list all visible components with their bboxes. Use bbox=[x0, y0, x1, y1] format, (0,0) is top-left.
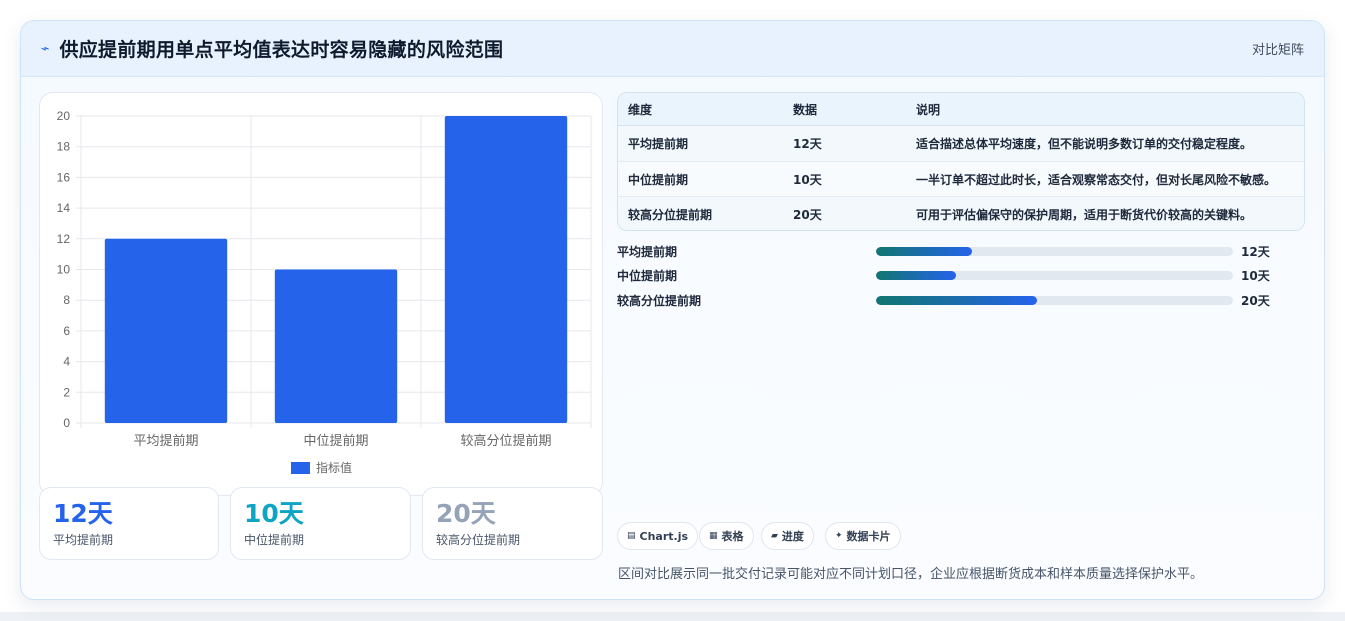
stat-label: 较高分位提前期 bbox=[436, 533, 521, 547]
y-tick-label: 10 bbox=[57, 263, 71, 277]
table-row: 中位提前期 10天 一半订单不超过此时长，适合观察常态交付，但对长尾风险不敏感。 bbox=[618, 161, 1304, 196]
table-header-cell: 数据 bbox=[793, 102, 818, 117]
legend-label: 指标值 bbox=[316, 460, 352, 475]
stat-value: 10天 bbox=[244, 499, 304, 528]
sparkle-icon: ✦ bbox=[835, 531, 843, 541]
compare-matrix-link[interactable]: 对比矩阵 bbox=[1252, 39, 1304, 58]
progress-label: 较高分位提前期 bbox=[617, 294, 702, 308]
y-tick-label: 20 bbox=[57, 109, 71, 123]
table-cell: 20天 bbox=[793, 207, 822, 222]
progress-value: 10天 bbox=[1241, 269, 1270, 283]
table-cell: 12天 bbox=[793, 137, 822, 151]
table-cell: 可用于评估偏保守的保护周期，适用于断货代价较高的关键料。 bbox=[916, 207, 1253, 222]
stat-value: 20天 bbox=[436, 499, 496, 528]
stat-label: 平均提前期 bbox=[53, 533, 114, 547]
card-header: ⌁ 供应提前期用单点平均值表达时容易隐藏的风险范围 对比矩阵 bbox=[21, 21, 1324, 77]
progress-fill bbox=[876, 296, 1037, 305]
bar-chart-panel: 0 2 4 6 8 10 12 14 16 18 20 平均提前期 中位提前期 较高分位提前期指标值 bbox=[39, 92, 603, 496]
progress-label: 中位提前期 bbox=[617, 269, 678, 283]
table-icon: ▦ bbox=[709, 531, 718, 541]
page-title: 供应提前期用单点平均值表达时容易隐藏的风险范围 bbox=[59, 39, 504, 61]
progress-row-average: 平均提前期 12天 bbox=[617, 243, 1297, 259]
table-row: 较高分位提前期 20天 可用于评估偏保守的保护周期，适用于断货代价较高的关键料。 bbox=[618, 196, 1304, 230]
tag-data-cards[interactable]: ✦ 数据卡片 bbox=[825, 522, 901, 550]
table-row: 平均提前期 12天 适合描述总体平均速度，但不能说明多数订单的交付稳定程度。 bbox=[618, 126, 1304, 161]
title-wrap: ⌁ 供应提前期用单点平均值表达时容易隐藏的风险范围 bbox=[39, 35, 504, 62]
y-tick-label: 0 bbox=[63, 416, 70, 430]
tag-progress[interactable]: ▰ 进度 bbox=[761, 522, 814, 550]
progress-value: 20天 bbox=[1241, 294, 1270, 308]
progress-track bbox=[876, 271, 1233, 280]
progress-track bbox=[876, 296, 1233, 305]
table-header-cell: 维度 bbox=[628, 102, 653, 117]
table-header-row: 维度 数据 说明 bbox=[618, 93, 1304, 126]
y-tick-label: 2 bbox=[63, 385, 70, 399]
y-tick-label: 14 bbox=[57, 201, 71, 215]
stat-label: 中位提前期 bbox=[244, 533, 305, 547]
progress-icon: ▰ bbox=[771, 531, 778, 541]
table-cell: 一半订单不超过此时长，适合观察常态交付，但对长尾风险不敏感。 bbox=[916, 172, 1277, 187]
stat-card-median: 10天 中位提前期 bbox=[230, 487, 411, 560]
y-tick-label: 16 bbox=[57, 170, 71, 184]
y-tick-label: 12 bbox=[57, 232, 71, 246]
table-cell: 较高分位提前期 bbox=[628, 207, 713, 222]
stat-value: 12天 bbox=[53, 499, 113, 528]
comparison-table: 维度 数据 说明 平均提前期 12天 适合描述总体平均速度，但不能说明多数订单的… bbox=[617, 92, 1305, 231]
table-cell: 平均提前期 bbox=[628, 137, 689, 151]
progress-fill bbox=[876, 247, 973, 256]
tag-label: 数据卡片 bbox=[846, 530, 891, 543]
bar-chart: 0 2 4 6 8 10 12 14 16 18 20 平均提前期 中位提前期 较高分位提前期指标值 bbox=[57, 109, 592, 475]
tag-label: Chart.js bbox=[639, 529, 689, 543]
bar bbox=[444, 116, 568, 423]
page-bottom-strip bbox=[0, 612, 1345, 621]
progress-track bbox=[876, 247, 1233, 256]
tag-chartjs[interactable]: ▤ Chart.js bbox=[617, 522, 699, 550]
y-tick-label: 6 bbox=[63, 324, 70, 338]
y-tick-label: 18 bbox=[57, 140, 71, 154]
progress-label: 平均提前期 bbox=[617, 245, 678, 259]
table-cell: 中位提前期 bbox=[628, 172, 689, 187]
tag-label: 进度 bbox=[781, 530, 804, 543]
y-tick-label: 8 bbox=[63, 293, 70, 307]
progress-fill bbox=[876, 271, 957, 280]
progress-value: 12天 bbox=[1241, 245, 1270, 259]
x-tick-label: 较高分位提前期 bbox=[460, 433, 551, 449]
progress-row-median: 中位提前期 10天 bbox=[617, 267, 1297, 283]
tag-table[interactable]: ▦ 表格 bbox=[699, 522, 754, 550]
tag-label: 表格 bbox=[721, 530, 744, 543]
footnote: 区间对比展示同一批交付记录可能对应不同计划口径，企业应根据断货成本和样本质量选择… bbox=[618, 567, 1204, 582]
table-cell: 10天 bbox=[793, 172, 822, 187]
chart-icon: ▤ bbox=[627, 531, 636, 541]
stat-card-high-percentile: 20天 较高分位提前期 bbox=[422, 487, 603, 560]
table-cell: 适合描述总体平均速度，但不能说明多数订单的交付稳定程度。 bbox=[916, 137, 1253, 151]
x-tick-label: 中位提前期 bbox=[303, 433, 368, 449]
x-tick-label: 平均提前期 bbox=[133, 433, 198, 449]
bar bbox=[104, 238, 228, 423]
table-header-cell: 说明 bbox=[916, 102, 941, 117]
y-tick-label: 4 bbox=[63, 355, 70, 369]
lightning-icon: ⌁ bbox=[39, 39, 51, 58]
bar bbox=[274, 269, 398, 423]
stat-card-average: 12天 平均提前期 bbox=[39, 487, 219, 560]
legend-swatch bbox=[291, 462, 310, 474]
progress-row-high-percentile: 较高分位提前期 20天 bbox=[617, 292, 1297, 308]
